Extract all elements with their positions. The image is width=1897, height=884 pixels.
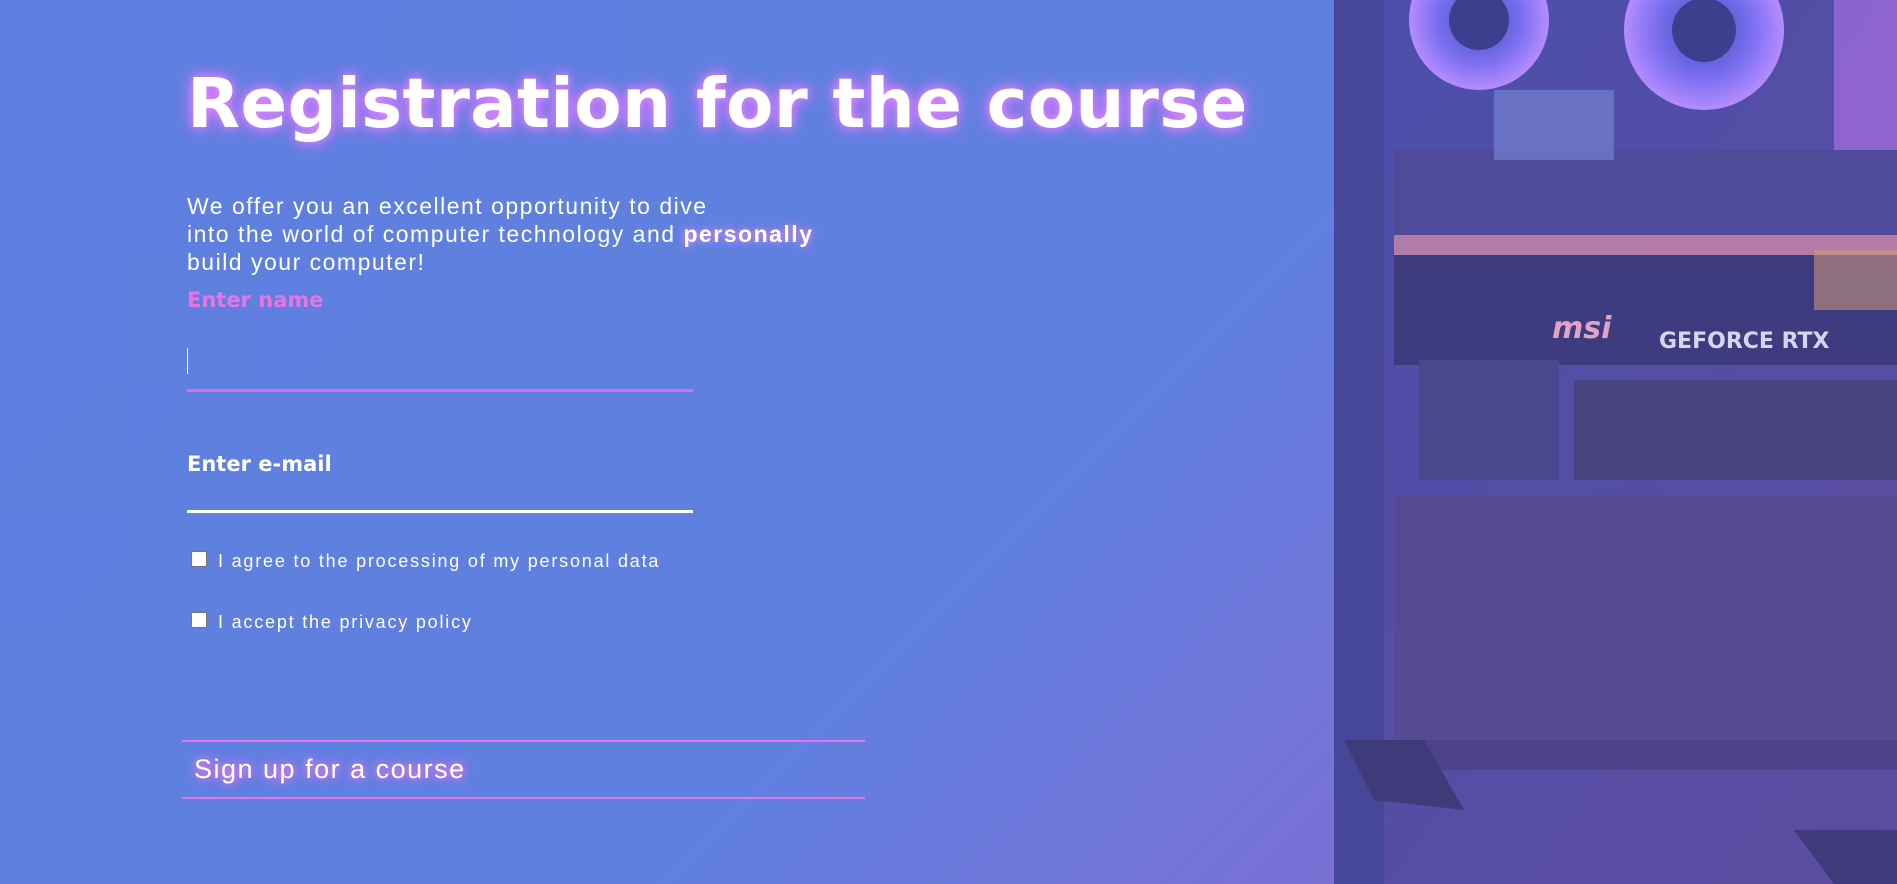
personal-data-label: I agree to the processing of my personal… bbox=[218, 551, 661, 571]
privacy-policy-checkbox[interactable] bbox=[191, 611, 207, 628]
description-line-2: into the world of computer technology an… bbox=[187, 220, 813, 248]
sign-up-button-label: Sign up for a course bbox=[194, 754, 466, 784]
text-caret bbox=[187, 348, 188, 374]
description-emphasis: personally bbox=[683, 221, 814, 247]
personal-data-consent[interactable]: I agree to the processing of my personal… bbox=[191, 550, 661, 572]
privacy-policy-consent[interactable]: I accept the privacy policy bbox=[191, 611, 473, 633]
personal-data-checkbox[interactable] bbox=[191, 550, 207, 567]
description-line-1: We offer you an excellent opportunity to… bbox=[187, 193, 708, 219]
sign-up-button[interactable]: Sign up for a course bbox=[182, 740, 865, 799]
page-description: We offer you an excellent opportunity to… bbox=[187, 192, 813, 276]
pc-case-image: msi GEFORCE RTX bbox=[1334, 0, 1897, 884]
name-label: Enter name bbox=[187, 288, 324, 312]
svg-text:msi: msi bbox=[1552, 311, 1612, 346]
email-label: Enter e-mail bbox=[187, 452, 332, 476]
email-input[interactable] bbox=[187, 480, 693, 513]
description-line-3: build your computer! bbox=[187, 249, 426, 275]
privacy-policy-label: I accept the privacy policy bbox=[218, 612, 473, 632]
svg-text:GEFORCE RTX: GEFORCE RTX bbox=[1659, 329, 1830, 354]
description-line-2-text: into the world of computer technology an… bbox=[187, 221, 684, 247]
page-title: Registration for the course bbox=[187, 64, 1248, 144]
name-input[interactable] bbox=[187, 344, 693, 392]
